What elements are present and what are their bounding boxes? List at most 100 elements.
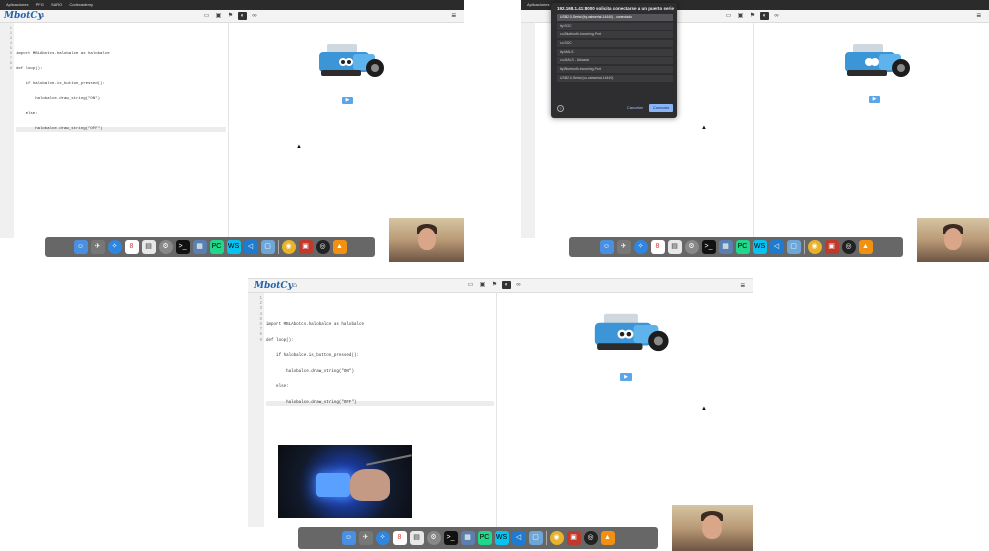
menu-icon[interactable]: ≡ <box>740 279 745 292</box>
chrome-icon[interactable]: ◉ <box>549 531 564 545</box>
vlc-icon[interactable]: ▲ <box>858 240 873 254</box>
pycharm-icon[interactable]: PC <box>209 240 224 254</box>
webstorm-icon[interactable]: WS <box>226 240 241 254</box>
serial-port-option-selected[interactable]: USB2.0-Serial (tty.usbserial-14440) - co… <box>557 14 673 21</box>
pycharm-icon[interactable]: PC <box>477 531 492 545</box>
webstorm-icon[interactable]: WS <box>752 240 767 254</box>
bookmark-item[interactable]: SARO <box>51 2 62 7</box>
app-logo: MbotCy <box>254 281 293 291</box>
serial-port-option[interactable]: cu.Bluetooth-Incoming-Port <box>557 31 673 39</box>
notes-icon[interactable]: ▦ <box>718 240 733 254</box>
safari-icon[interactable]: ✧ <box>375 531 390 545</box>
panel-icon[interactable]: ▭ <box>724 12 733 20</box>
home-icon[interactable]: ⌂ <box>293 279 297 292</box>
obs-icon[interactable]: ◎ <box>841 240 856 254</box>
code-line: def loop(): <box>266 338 294 343</box>
vlc-icon[interactable]: ▲ <box>600 531 615 545</box>
webcam-person-face <box>702 515 722 539</box>
blocks-icon[interactable]: ⚑ <box>490 281 499 289</box>
serial-port-option[interactable]: tty.MALS <box>557 48 673 56</box>
link-icon[interactable]: ∞ <box>514 281 523 289</box>
calendar-icon[interactable]: 8 <box>650 240 665 254</box>
chrome-icon[interactable]: ◉ <box>807 240 822 254</box>
terminal-icon[interactable]: >_ <box>701 240 716 254</box>
virtualbox-icon[interactable]: ▢ <box>528 531 543 545</box>
notes-icon[interactable]: ▦ <box>192 240 207 254</box>
run-button[interactable]: ▶ <box>869 96 880 103</box>
home-icon[interactable]: ⌂ <box>40 10 44 22</box>
notes-icon[interactable]: ▦ <box>460 531 475 545</box>
launchpad-icon[interactable]: ✈ <box>90 240 105 254</box>
blocks-icon[interactable]: ⚑ <box>748 12 757 20</box>
python-icon[interactable]: ◐ <box>760 12 769 20</box>
board-icon[interactable]: ▣ <box>478 281 487 289</box>
finder-icon[interactable]: ☺ <box>341 531 356 545</box>
calendar-icon[interactable]: 8 <box>392 531 407 545</box>
panel-icon[interactable]: ▭ <box>202 12 211 20</box>
pycharm-icon[interactable]: PC <box>735 240 750 254</box>
serial-port-option[interactable]: USB2.0-Serial (cu.usbserial-14440) <box>557 74 673 82</box>
serial-port-option[interactable]: tty.Bluetooth-Incoming-Port <box>557 66 673 74</box>
settings-icon[interactable]: ⚙ <box>158 240 173 254</box>
vscode-icon[interactable]: ◁ <box>769 240 784 254</box>
code-line: if halobalce.is_button_pressed(): <box>266 354 359 359</box>
virtualbox-icon[interactable]: ▢ <box>786 240 801 254</box>
serial-port-option[interactable]: tty.SOC <box>557 22 673 30</box>
python-icon[interactable]: ◐ <box>238 12 247 20</box>
connect-button[interactable]: Conectar <box>649 104 673 112</box>
safari-icon[interactable]: ✧ <box>107 240 122 254</box>
run-button[interactable]: ▶ <box>620 373 632 381</box>
serial-port-option[interactable]: cu.SOC <box>557 40 673 48</box>
code-line: else: <box>16 112 38 116</box>
menu-icon[interactable]: ≡ <box>451 10 456 22</box>
run-button[interactable]: ▶ <box>342 97 353 104</box>
bookmark-item[interactable]: Aplicaciones <box>527 2 549 7</box>
link-icon[interactable]: ∞ <box>772 12 781 20</box>
board-icon[interactable]: ▣ <box>736 12 745 20</box>
panel-icon[interactable]: ▭ <box>466 281 475 289</box>
code-line: def loop(): <box>16 67 43 71</box>
blocks-icon[interactable]: ⚑ <box>226 12 235 20</box>
terminal-icon[interactable]: >_ <box>175 240 190 254</box>
view-tools: ▭ ▣ ⚑ ◐ ∞ <box>724 12 781 20</box>
chrome-icon[interactable]: ◉ <box>281 240 296 254</box>
preview-icon[interactable]: ▤ <box>409 531 424 545</box>
bookmarks-bar: Aplicaciones PFG SARO Codecademy <box>0 0 464 10</box>
bookmark-item[interactable]: Aplicaciones <box>6 2 28 7</box>
launchpad-icon[interactable]: ✈ <box>358 531 373 545</box>
vlc-icon[interactable]: ▲ <box>332 240 347 254</box>
preview-icon[interactable]: ▤ <box>667 240 682 254</box>
dock-separator <box>277 240 279 254</box>
cancel-button[interactable]: Cancelar <box>624 104 646 112</box>
safari-icon[interactable]: ✧ <box>633 240 648 254</box>
help-icon[interactable]: ? <box>557 105 564 112</box>
finder-icon[interactable]: ☺ <box>73 240 88 254</box>
terminal-icon[interactable]: >_ <box>443 531 458 545</box>
python-icon[interactable]: ◐ <box>502 281 511 289</box>
photo-icon[interactable]: ▣ <box>566 531 581 545</box>
mbot-robot-image <box>845 44 910 77</box>
virtualbox-icon[interactable]: ▢ <box>260 240 275 254</box>
preview-icon[interactable]: ▤ <box>141 240 156 254</box>
photo-icon[interactable]: ▣ <box>298 240 313 254</box>
photo-icon[interactable]: ▣ <box>824 240 839 254</box>
launchpad-icon[interactable]: ✈ <box>616 240 631 254</box>
bookmark-item[interactable]: Codecademy <box>69 2 93 7</box>
code-editor[interactable]: 1 2 3 4 5 6 7 8 9 ​ import MBLAbotcs.hal… <box>0 23 229 238</box>
vscode-icon[interactable]: ◁ <box>243 240 258 254</box>
obs-icon[interactable]: ◎ <box>315 240 330 254</box>
obs-icon[interactable]: ◎ <box>583 531 598 545</box>
mbot-led-matrix <box>316 473 350 497</box>
finder-icon[interactable]: ☺ <box>599 240 614 254</box>
serial-port-option[interactable]: cu.MALS - Ubicado <box>557 57 673 65</box>
vscode-icon[interactable]: ◁ <box>511 531 526 545</box>
bookmark-item[interactable]: PFG <box>36 2 44 7</box>
calendar-icon[interactable]: 8 <box>124 240 139 254</box>
menu-icon[interactable]: ≡ <box>976 10 981 22</box>
mbot-hardware-photo <box>278 445 412 518</box>
settings-icon[interactable]: ⚙ <box>684 240 699 254</box>
link-icon[interactable]: ∞ <box>250 12 259 20</box>
webstorm-icon[interactable]: WS <box>494 531 509 545</box>
settings-icon[interactable]: ⚙ <box>426 531 441 545</box>
board-icon[interactable]: ▣ <box>214 12 223 20</box>
